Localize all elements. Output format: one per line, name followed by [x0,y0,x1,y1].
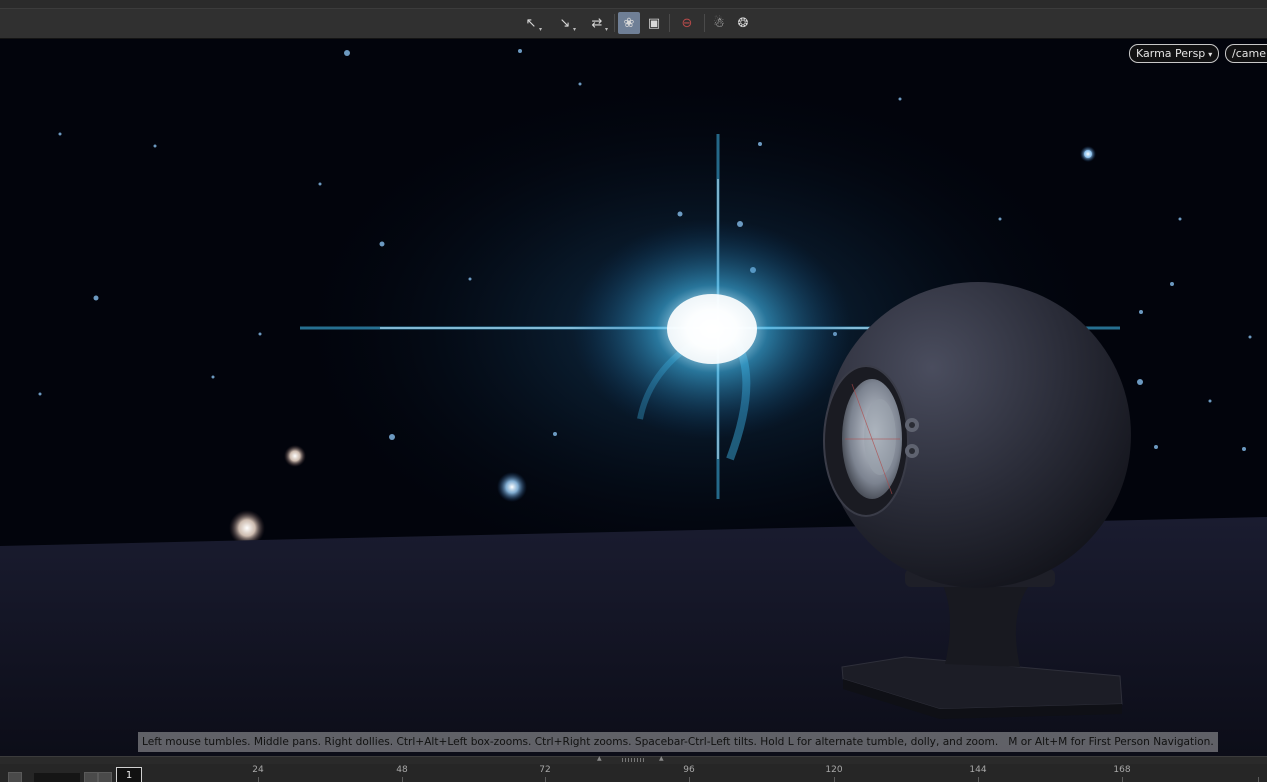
timeline-tick-label: 120 [825,765,843,775]
render-canvas [0,39,1267,756]
light-icon: ▣ [647,15,661,31]
timeline-tick-label: 96 [683,765,695,775]
current-frame-indicator[interactable]: 1 [116,767,142,782]
toolbar-divider [614,14,615,32]
collapse-up-icon[interactable]: ▲ [597,755,602,762]
timeline-tick-label: 168 [1113,765,1131,775]
timeline-tick-label: 144 [969,765,987,775]
stop-render-button[interactable]: ⊖ [676,12,698,34]
handle-tool-button[interactable]: ⇄ ▾ [586,12,608,34]
timeline-tick [258,777,259,782]
transform-tool-button[interactable]: ↘ ▾ [554,12,576,34]
camera-menu[interactable]: /camer [1225,44,1267,63]
timeline-tick [834,777,835,782]
snapshot-icon: ☃ [713,15,725,31]
renderer-label: Karma Persp [1136,47,1206,60]
timeline-tick [545,777,546,782]
snapshot-button[interactable]: ☃ [708,12,730,34]
select-tool-button[interactable]: ↖ ▾ [520,12,542,34]
timeline-tick [689,777,690,782]
timeline-tick-label: 24 [252,765,264,775]
toolbar-divider [704,14,705,32]
renderer-menu[interactable]: Karma Persp ▾ [1129,44,1220,63]
timeline-tick-label: 48 [396,765,408,775]
playbar-button[interactable] [8,772,22,782]
stop-icon: ⊖ [681,15,693,31]
timeline-tick [978,777,979,782]
ground-plane [0,517,1267,756]
chevron-down-icon: ▾ [1208,50,1213,59]
dropdown-caret-icon: ▾ [538,26,542,33]
timeline-tick [1122,777,1123,782]
playbar-button[interactable] [98,772,112,782]
playbar-button[interactable] [84,772,98,782]
camera-icon: ❀ [623,15,635,31]
select-arrow-icon: ↖ [525,15,537,31]
dropdown-caret-icon: ▾ [572,26,576,33]
camera-view-button[interactable]: ❀ [618,12,640,34]
lights-button[interactable]: ▣ [643,12,665,34]
render-settings-button[interactable]: ❂ [732,12,754,34]
houdini-app: ↖ ▾ ↘ ▾ ⇄ ▾ ❀ ▣ ⊖ ☃ ❂ Karma Persp ▾ /cam… [0,0,1267,782]
transform-arrow-icon: ↘ [559,15,571,31]
timeline-tick [402,777,403,782]
dropdown-caret-icon: ▾ [604,26,608,33]
hint-text: Left mouse tumbles. Middle pans. Right d… [142,736,999,748]
scene-viewport[interactable]: Karma Persp ▾ /camer Left mouse tumbles. … [0,39,1267,756]
pane-header-strip [0,0,1267,9]
hint-text-first-person: M or Alt+M for First Person Navigation. [1008,736,1214,748]
playbar-range-field[interactable] [34,773,80,782]
handle-arrows-icon: ⇄ [591,15,603,31]
timeline-tick [1258,777,1259,782]
viewport-toolbar: ↖ ▾ ↘ ▾ ⇄ ▾ ❀ ▣ ⊖ ☃ ❂ [0,9,1267,39]
playbar-timeline[interactable]: 1 24 48 72 96 120 144 168 [0,764,1267,782]
camera-path-label: /camer [1232,47,1267,60]
collapse-down-icon[interactable]: ▲ [659,755,664,762]
timeline-tick-label: 72 [539,765,551,775]
toolbar-divider [669,14,670,32]
gear-icon: ❂ [737,15,749,31]
drag-grip-icon[interactable] [622,758,644,762]
navigation-hint-bar: Left mouse tumbles. Middle pans. Right d… [138,732,1218,752]
